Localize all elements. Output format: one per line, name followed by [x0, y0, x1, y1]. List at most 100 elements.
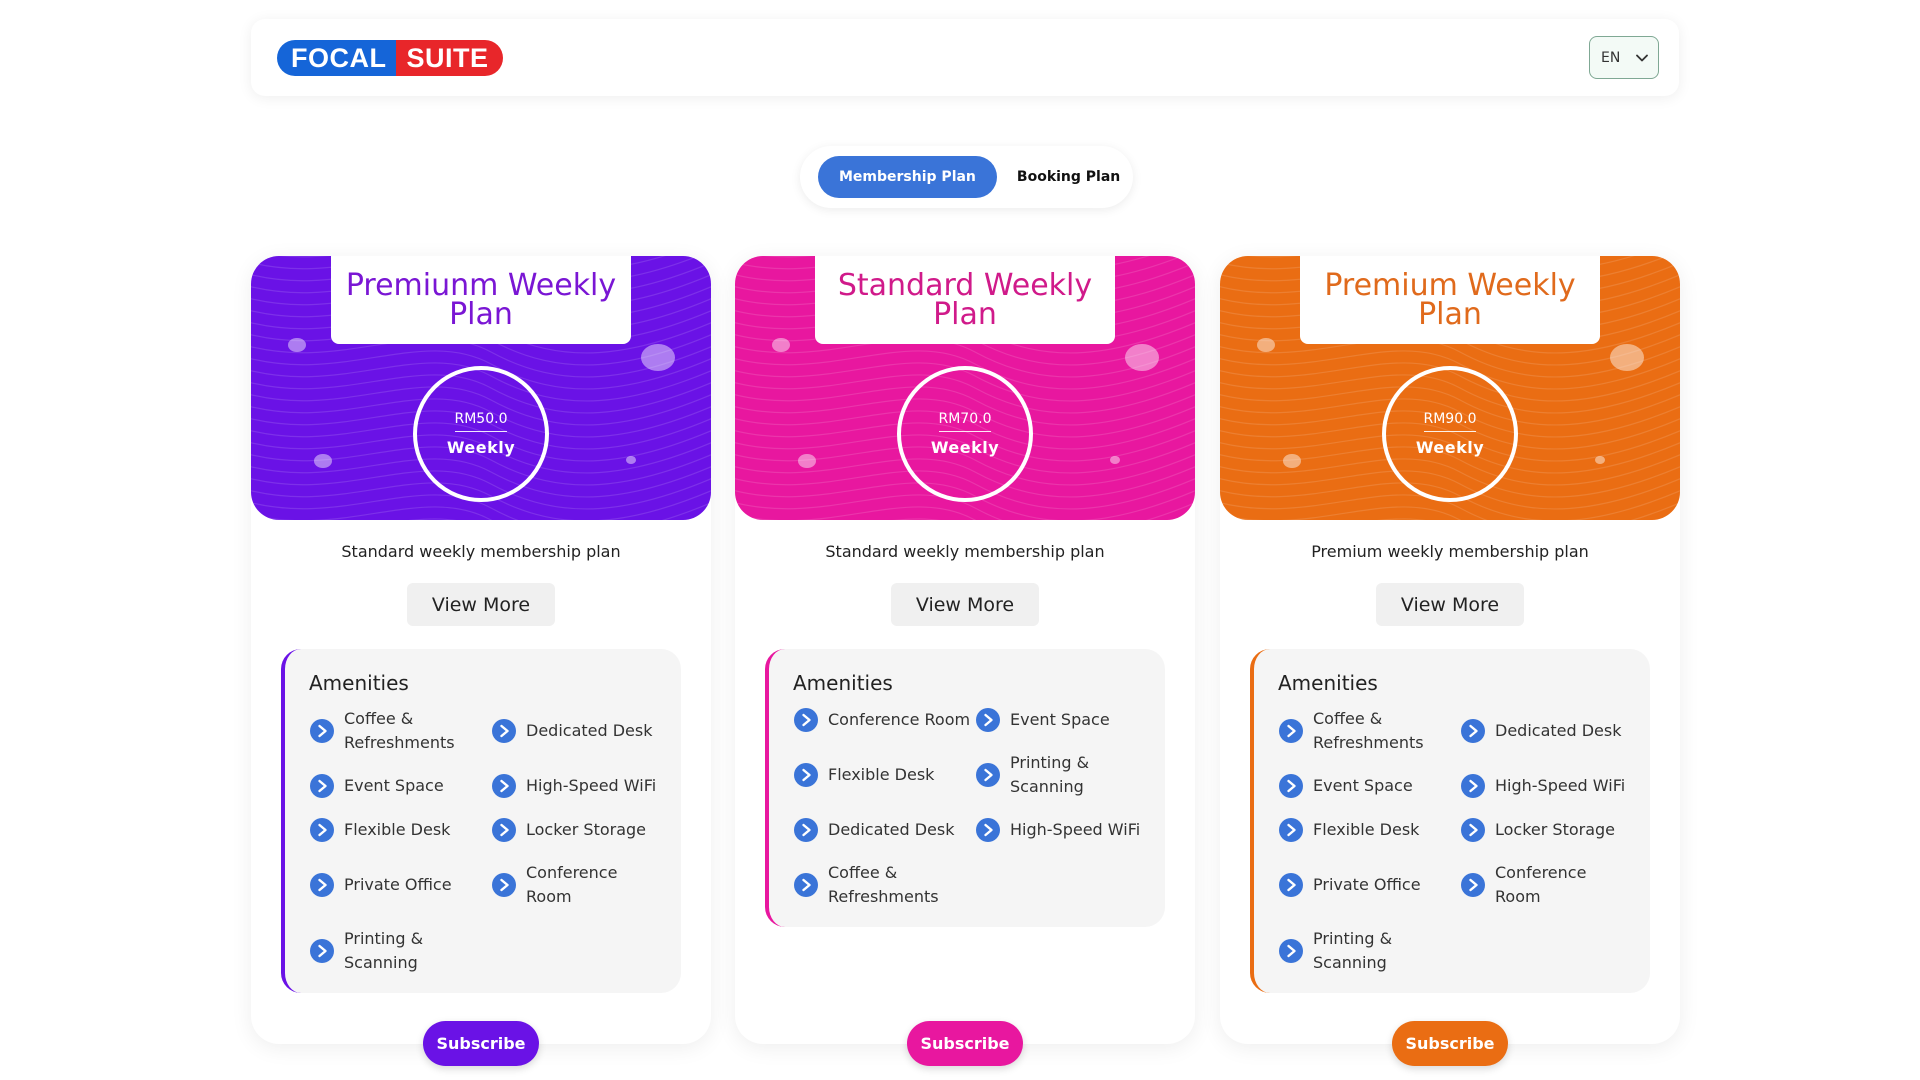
amenity-label: Dedicated Desk — [828, 820, 955, 839]
plan-header-banner: Premiunm Weekly Plan RM50.0 Weekly — [251, 256, 711, 520]
amenities-list: Conference Room Event Space Flexible Des… — [793, 707, 1145, 909]
plan-card: Premium Weekly Plan RM90.0 Weekly Premiu… — [1220, 256, 1680, 1066]
amenity-label: Event Space — [1313, 776, 1413, 795]
amenity-item: Event Space — [1278, 773, 1460, 799]
subscribe-button[interactable]: Subscribe — [1392, 1021, 1508, 1066]
amenities-list: Coffee & Refreshments Dedicated Desk Eve… — [309, 707, 661, 975]
view-more-button[interactable]: View More — [407, 583, 555, 626]
view-more-button[interactable]: View More — [1376, 583, 1524, 626]
amenity-label: Coffee & Refreshments — [344, 709, 455, 752]
plan-period: Weekly — [930, 438, 1000, 457]
amenity-item: Dedicated Desk — [793, 817, 975, 843]
chevron-down-icon — [1636, 54, 1648, 62]
plan-price: RM50.0 — [454, 411, 508, 432]
amenity-label: Private Office — [344, 875, 452, 894]
amenity-label: Flexible Desk — [344, 820, 451, 839]
amenity-label: Conference Room — [526, 863, 618, 906]
decorative-bubble — [1610, 344, 1644, 372]
amenity-label: Printing & Scanning — [344, 929, 424, 972]
amenity-item: Private Office — [1278, 861, 1460, 909]
amenity-item: Dedicated Desk — [1460, 707, 1630, 755]
amenities-heading: Amenities — [309, 671, 409, 695]
amenities-panel: Amenities Conference Room Event Space Fl… — [765, 649, 1165, 927]
amenity-label: Private Office — [1313, 875, 1421, 894]
amenity-label: Flexible Desk — [1313, 820, 1420, 839]
play-circle-icon — [309, 872, 335, 898]
plan-description: Standard weekly membership plan — [341, 542, 621, 561]
play-circle-icon — [491, 817, 517, 843]
decorative-bubble — [626, 456, 636, 464]
play-circle-icon — [309, 773, 335, 799]
play-circle-icon — [491, 872, 517, 898]
play-circle-icon — [793, 707, 819, 733]
play-circle-icon — [1278, 938, 1304, 964]
play-circle-icon — [793, 762, 819, 788]
play-circle-icon — [1278, 817, 1304, 843]
language-select[interactable]: EN — [1589, 36, 1659, 79]
amenity-item: Private Office — [309, 861, 491, 909]
amenities-heading: Amenities — [793, 671, 893, 695]
play-circle-icon — [1460, 773, 1486, 799]
play-circle-icon — [1460, 718, 1486, 744]
plan-title: Premiunm Weekly Plan — [331, 256, 631, 344]
play-circle-icon — [793, 817, 819, 843]
amenities-heading: Amenities — [1278, 671, 1378, 695]
amenity-item: Conference Room — [793, 707, 975, 733]
play-circle-icon — [1278, 872, 1304, 898]
tab-booking-plan[interactable]: Booking Plan — [1005, 156, 1132, 198]
amenity-item: Event Space — [309, 773, 491, 799]
subscribe-button[interactable]: Subscribe — [423, 1021, 539, 1066]
plan-header-banner: Premium Weekly Plan RM90.0 Weekly — [1220, 256, 1680, 520]
subscribe-button[interactable]: Subscribe — [907, 1021, 1023, 1066]
amenity-item: Printing & Scanning — [975, 751, 1145, 799]
amenity-item: Printing & Scanning — [1278, 927, 1460, 975]
plan-description: Standard weekly membership plan — [825, 542, 1105, 561]
amenity-label: Conference Room — [1495, 863, 1587, 906]
amenities-panel: Amenities Coffee & Refreshments Dedicate… — [281, 649, 681, 993]
plan-period: Weekly — [1415, 438, 1485, 457]
amenity-item: Coffee & Refreshments — [1278, 707, 1460, 755]
amenity-item: Conference Room — [491, 861, 661, 909]
play-circle-icon — [491, 718, 517, 744]
plan-header-banner: Standard Weekly Plan RM70.0 Weekly — [735, 256, 1195, 520]
language-value: EN — [1601, 49, 1621, 66]
amenity-label: Locker Storage — [526, 820, 647, 839]
amenity-item: High-Speed WiFi — [491, 773, 661, 799]
plan-price: RM90.0 — [1423, 411, 1477, 432]
amenity-item: Flexible Desk — [793, 751, 975, 799]
amenity-item: High-Speed WiFi — [1460, 773, 1630, 799]
amenity-item: Coffee & Refreshments — [309, 707, 491, 755]
amenity-item: Coffee & Refreshments — [793, 861, 975, 909]
tab-membership-plan[interactable]: Membership Plan — [818, 156, 997, 198]
amenity-item: Printing & Scanning — [309, 927, 491, 975]
play-circle-icon — [1460, 817, 1486, 843]
amenity-label: Event Space — [344, 776, 444, 795]
amenity-label: High-Speed WiFi — [1495, 776, 1626, 795]
view-more-button[interactable]: View More — [891, 583, 1039, 626]
play-circle-icon — [491, 773, 517, 799]
amenity-label: Flexible Desk — [828, 765, 935, 784]
plan-price: RM70.0 — [938, 411, 992, 432]
play-circle-icon — [793, 872, 819, 898]
amenity-item: Flexible Desk — [1278, 817, 1460, 843]
play-circle-icon — [309, 938, 335, 964]
amenity-label: High-Speed WiFi — [1010, 820, 1141, 839]
logo-text-focal: FOCAL — [277, 39, 397, 76]
plan-period: Weekly — [446, 438, 516, 457]
amenity-label: Conference Room — [828, 710, 971, 729]
amenity-label: High-Speed WiFi — [526, 776, 657, 795]
price-circle: RM50.0 Weekly — [413, 366, 549, 502]
amenity-item: Locker Storage — [491, 817, 661, 843]
amenity-label: Printing & Scanning — [1010, 753, 1090, 796]
play-circle-icon — [975, 707, 1001, 733]
play-circle-icon — [975, 817, 1001, 843]
plan-title: Standard Weekly Plan — [815, 256, 1115, 344]
amenity-label: Dedicated Desk — [526, 721, 653, 740]
focal-suite-logo[interactable]: FOCAL SUITE — [277, 39, 503, 76]
play-circle-icon — [975, 762, 1001, 788]
amenity-label: Event Space — [1010, 710, 1110, 729]
price-circle: RM70.0 Weekly — [897, 366, 1033, 502]
amenities-list: Coffee & Refreshments Dedicated Desk Eve… — [1278, 707, 1630, 975]
amenity-item: Conference Room — [1460, 861, 1630, 909]
plan-card: Premiunm Weekly Plan RM50.0 Weekly Stand… — [251, 256, 711, 1066]
